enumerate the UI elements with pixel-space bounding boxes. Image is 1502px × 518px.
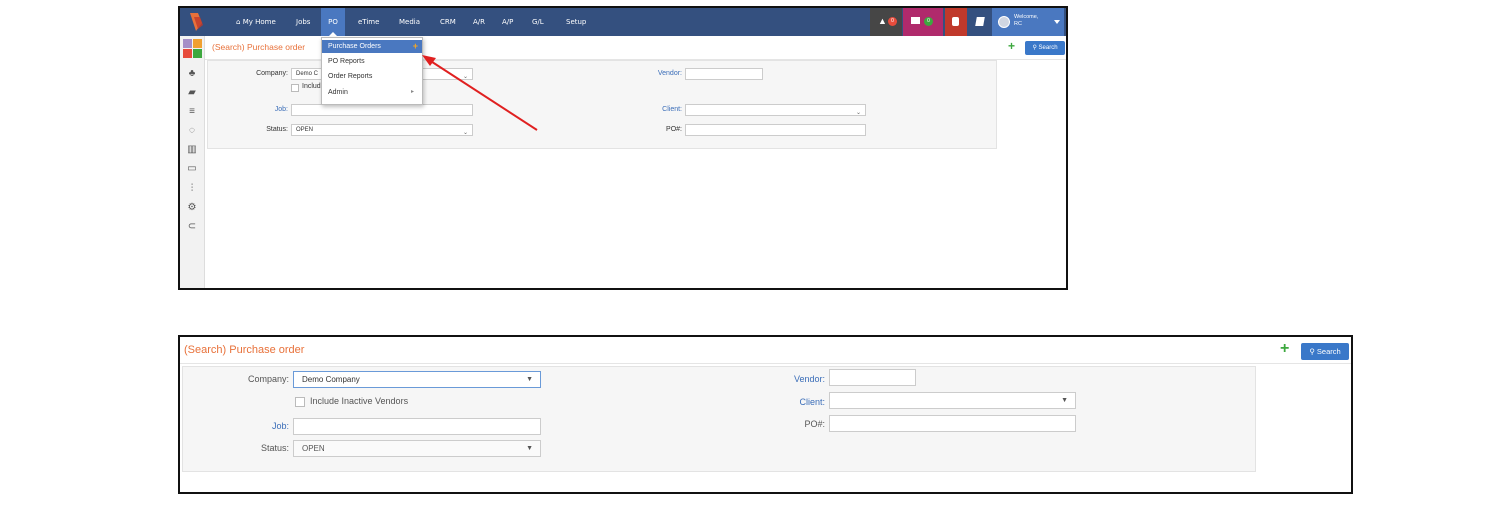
include-inactive-checkbox[interactable] bbox=[295, 397, 305, 407]
company-label: Company: bbox=[256, 70, 288, 77]
org-chart-icon[interactable]: ♣ bbox=[186, 68, 198, 80]
list-icon[interactable]: ≡ bbox=[186, 106, 198, 118]
collapse-icon[interactable]: ⊂ bbox=[186, 221, 198, 233]
page-title: (Search) Purchase order bbox=[212, 42, 306, 52]
company-label: Company: bbox=[247, 374, 289, 384]
include-inactive-label: Includ bbox=[302, 83, 321, 90]
notification-badge: 0 bbox=[888, 17, 897, 26]
nav-po[interactable]: PO bbox=[321, 8, 345, 36]
chevron-down-icon: ▼ bbox=[526, 445, 533, 452]
chevron-down-icon: ⌄ bbox=[462, 130, 468, 136]
bottom-zoom-panel: (Search) Purchase order + ⚲ Search Compa… bbox=[178, 335, 1353, 494]
client-select[interactable]: ▼ bbox=[829, 392, 1076, 409]
home-icon: ⌂ bbox=[236, 18, 241, 26]
top-screenshot-panel: ⌂ My Home Jobs PO eTime Media CRM A/R A/… bbox=[178, 6, 1068, 290]
map-icon[interactable]: ▥ bbox=[186, 144, 198, 156]
add-icon[interactable]: + bbox=[413, 40, 418, 53]
company-select[interactable]: Demo Company ▼ bbox=[293, 371, 541, 388]
add-button[interactable]: + bbox=[1280, 340, 1289, 358]
po-number-input[interactable] bbox=[685, 124, 866, 136]
nav-jobs[interactable]: Jobs bbox=[292, 8, 314, 36]
chat-icon[interactable]: ◌ bbox=[186, 125, 198, 137]
status-select[interactable]: OPEN ▼ bbox=[293, 440, 541, 457]
folder-icon[interactable]: ▰ bbox=[186, 87, 198, 99]
book-button[interactable] bbox=[969, 8, 991, 36]
menu-item-purchase-orders[interactable]: Purchase Orders + bbox=[322, 40, 422, 53]
search-form: Company: Demo Company ▼ Include Inactive … bbox=[182, 366, 1256, 472]
app-grid-icon[interactable] bbox=[183, 39, 192, 48]
po-number-label: PO#: bbox=[804, 419, 825, 429]
nav-ar[interactable]: A/R bbox=[469, 8, 489, 36]
bell-icon: ▲ bbox=[878, 16, 887, 26]
nav-etime[interactable]: eTime bbox=[354, 8, 383, 36]
top-navbar: ⌂ My Home Jobs PO eTime Media CRM A/R A/… bbox=[180, 8, 1066, 36]
chevron-down-icon bbox=[1054, 20, 1060, 24]
job-input[interactable] bbox=[293, 418, 541, 435]
vendor-input[interactable] bbox=[829, 369, 916, 386]
chevron-down-icon: ▼ bbox=[1061, 397, 1068, 404]
user-menu[interactable]: Welcome, RC bbox=[992, 8, 1064, 36]
search-icon: ⚲ bbox=[1309, 347, 1315, 356]
client-select[interactable]: ⌄ bbox=[685, 104, 866, 116]
avatar bbox=[998, 16, 1010, 28]
search-button[interactable]: ⚲ Search bbox=[1025, 41, 1065, 55]
chevron-down-icon: ⌄ bbox=[855, 110, 861, 116]
calendar-icon[interactable]: ▭ bbox=[186, 163, 198, 175]
nav-gl[interactable]: G/L bbox=[528, 8, 548, 36]
status-select[interactable]: OPEN ⌄ bbox=[291, 124, 473, 136]
vendor-label: Vendor: bbox=[793, 374, 825, 384]
book-icon bbox=[975, 17, 985, 26]
database-button[interactable] bbox=[945, 8, 967, 36]
bar-chart-icon[interactable]: ⫶ bbox=[186, 183, 198, 195]
vendor-label: Vendor: bbox=[657, 70, 682, 77]
nav-my-home[interactable]: ⌂ My Home bbox=[232, 8, 280, 36]
app-logo[interactable] bbox=[188, 11, 204, 33]
left-sidebar: ♣ ▰ ≡ ◌ ▥ ▭ ⫶ ⚙ ⊂ bbox=[180, 36, 205, 288]
nav-crm[interactable]: CRM bbox=[436, 8, 460, 36]
status-label: Status: bbox=[266, 126, 288, 133]
client-label: Client: bbox=[799, 397, 825, 407]
menu-item-order-reports[interactable]: Order Reports bbox=[322, 70, 422, 83]
nav-ap[interactable]: A/P bbox=[498, 8, 517, 36]
menu-item-admin[interactable]: Admin ▸ bbox=[322, 86, 422, 99]
title-bar bbox=[180, 337, 1351, 364]
job-input[interactable] bbox=[291, 104, 473, 116]
job-label: Job: bbox=[274, 106, 288, 113]
include-inactive-checkbox[interactable] bbox=[291, 84, 299, 92]
mail-badge: 0 bbox=[924, 17, 933, 26]
client-label: Client: bbox=[662, 106, 682, 113]
status-label: Status: bbox=[260, 443, 289, 453]
gear-icon[interactable]: ⚙ bbox=[186, 202, 198, 214]
notifications-button[interactable]: ▲ 0 bbox=[870, 8, 902, 36]
messages-button[interactable]: 0 bbox=[903, 8, 943, 36]
job-label: Job: bbox=[271, 421, 289, 431]
menu-item-po-reports[interactable]: PO Reports bbox=[322, 55, 422, 68]
vendor-input[interactable] bbox=[685, 68, 763, 80]
include-inactive-label: Include Inactive Vendors bbox=[310, 396, 409, 406]
chevron-right-icon: ▸ bbox=[410, 89, 414, 95]
add-button[interactable]: + bbox=[1008, 39, 1015, 53]
po-number-input[interactable] bbox=[829, 415, 1076, 432]
search-button[interactable]: ⚲ Search bbox=[1301, 343, 1349, 360]
mail-icon bbox=[911, 17, 920, 24]
chevron-down-icon: ⌄ bbox=[462, 74, 468, 80]
nav-media[interactable]: Media bbox=[395, 8, 424, 36]
po-dropdown-menu: Purchase Orders + PO Reports Order Report… bbox=[321, 37, 423, 105]
search-icon: ⚲ bbox=[1032, 45, 1037, 51]
database-icon bbox=[952, 17, 959, 26]
nav-setup[interactable]: Setup bbox=[562, 8, 590, 36]
chevron-down-icon: ▼ bbox=[526, 376, 533, 383]
po-number-label: PO#: bbox=[666, 126, 682, 133]
page-title: (Search) Purchase order bbox=[184, 344, 305, 356]
